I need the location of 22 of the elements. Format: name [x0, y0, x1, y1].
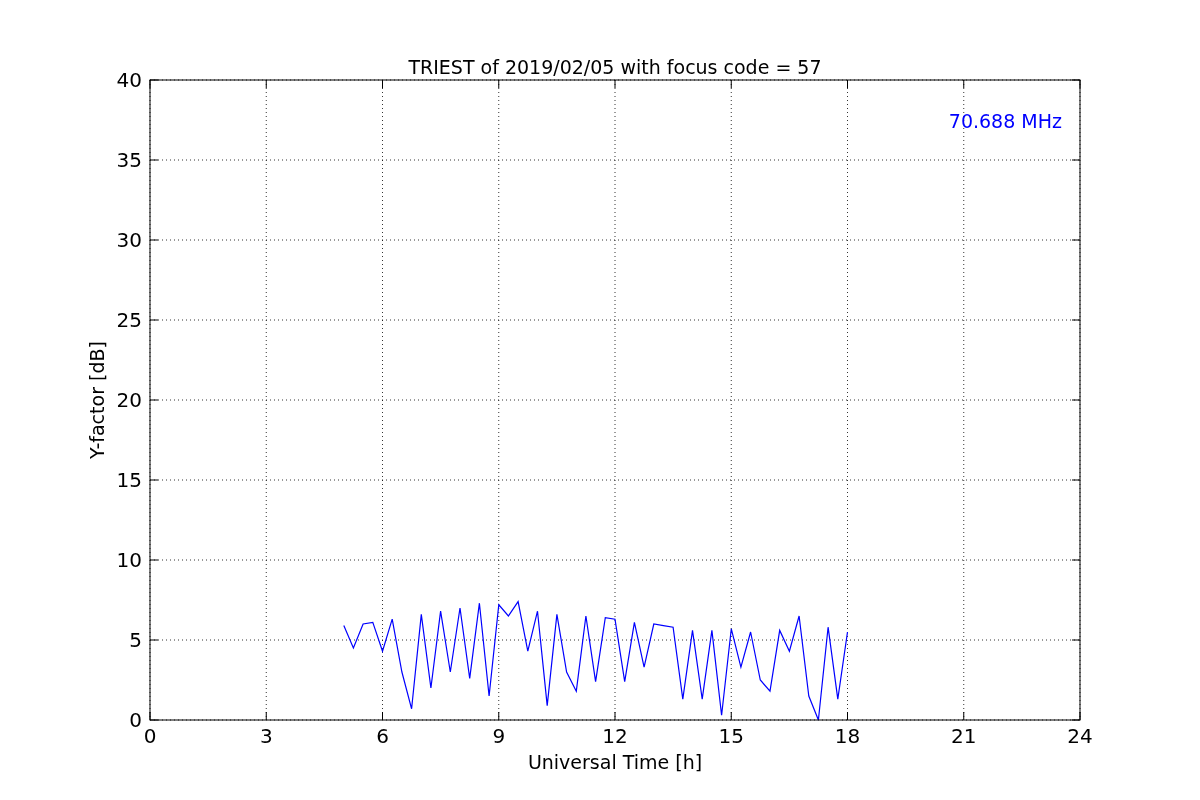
tick-label: 24 — [1067, 724, 1093, 748]
tick-label: 25 — [116, 308, 142, 332]
tick-label: 0 — [143, 724, 157, 748]
tick-label: 35 — [116, 148, 142, 172]
annotation-label: 70.688 MHz — [948, 110, 1062, 132]
tick-label: 40 — [116, 68, 142, 92]
y-axis-label: Y-factor [dB] — [86, 341, 108, 459]
tick-label: 21 — [951, 724, 977, 748]
tick-label: 6 — [376, 724, 389, 748]
x-axis-label: Universal Time [h] — [527, 751, 703, 773]
chart-title: TRIEST of 2019/02/05 with focus code = 57 — [408, 56, 822, 78]
tick-label: 5 — [129, 628, 142, 652]
tick-label: 15 — [116, 468, 142, 492]
tick-label: 10 — [116, 548, 142, 572]
tick-label: 30 — [116, 228, 142, 252]
tick-label: 3 — [259, 724, 273, 748]
tick-label: 20 — [116, 388, 142, 412]
tick-label: 0 — [129, 708, 142, 732]
tick-label: 18 — [834, 724, 861, 748]
tick-label: 9 — [492, 724, 506, 748]
tick-label: 12 — [602, 724, 628, 748]
tick-label: 15 — [718, 724, 744, 748]
